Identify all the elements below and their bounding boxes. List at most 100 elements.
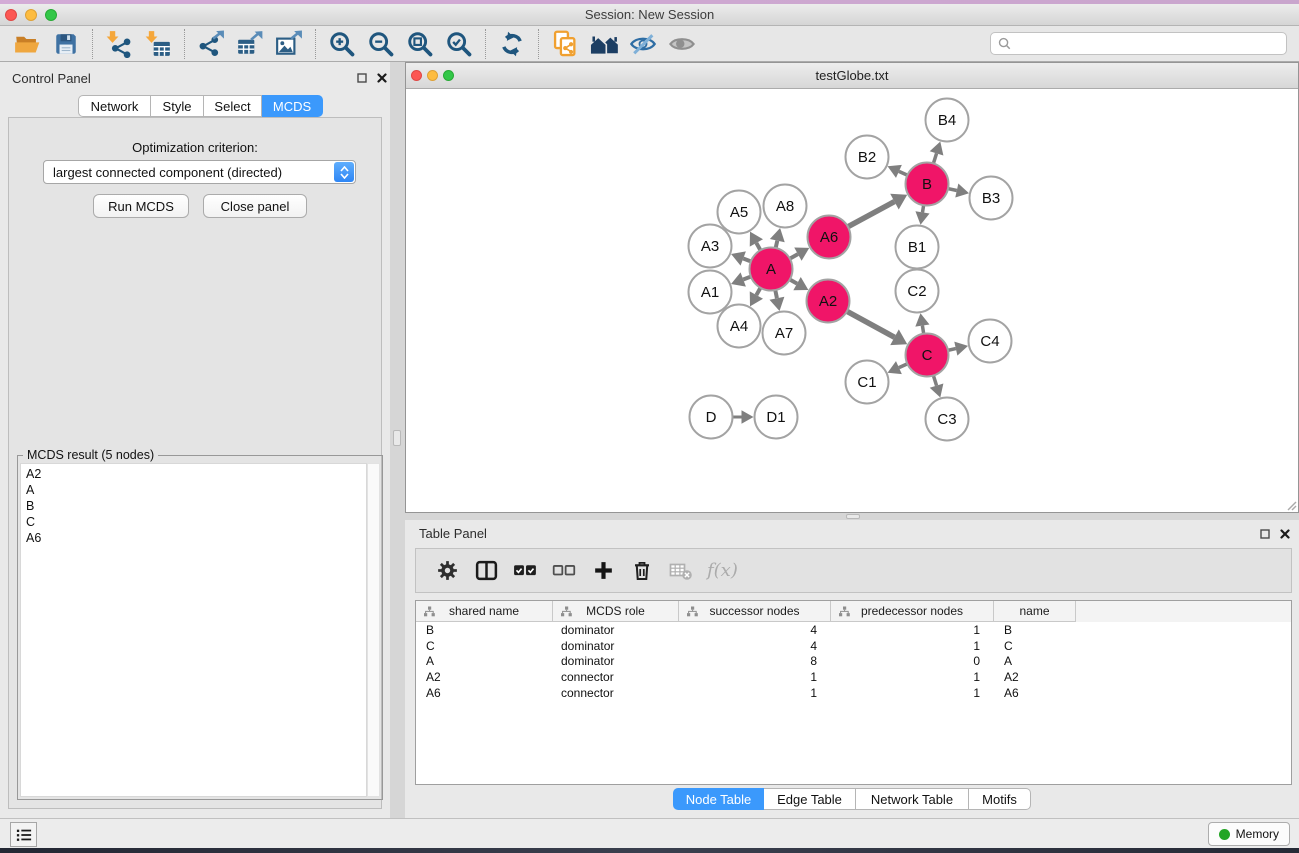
tab-select[interactable]: Select [204, 95, 262, 117]
search-box[interactable] [990, 32, 1287, 55]
import-network-icon[interactable] [102, 28, 136, 60]
graph-edge-arrowhead [742, 410, 754, 423]
network-window-titlebar[interactable]: testGlobe.txt [406, 63, 1298, 89]
table-settings-gear-icon[interactable] [432, 555, 462, 587]
graph-node-label: A1 [701, 284, 719, 301]
optimization-criterion-dropdown[interactable]: largest connected component (directed) [43, 160, 356, 184]
application-window: Session: New Session [0, 0, 1299, 853]
divider-grip[interactable] [393, 430, 401, 446]
import-table-icon[interactable] [141, 28, 175, 60]
mcds-result-item[interactable]: A6 [26, 530, 366, 546]
memory-button[interactable]: Memory [1208, 822, 1290, 846]
graph-edge-A6-B[interactable] [846, 202, 894, 228]
open-folder-icon[interactable] [10, 28, 44, 60]
table-toolbar: f(x) [415, 548, 1292, 593]
delete-table-icon[interactable] [666, 555, 696, 587]
mcds-result-group: MCDS result (5 nodes) A2ABCA6 [17, 455, 383, 800]
close-panel-icon[interactable] [375, 71, 389, 85]
export-table-icon[interactable] [233, 28, 267, 60]
graph-node-label: A3 [701, 238, 719, 255]
graph-edge-A2-C[interactable] [845, 310, 894, 337]
table-cell: B [994, 623, 1076, 637]
unselect-all-rows-icon[interactable] [549, 555, 579, 587]
zoom-in-icon[interactable] [325, 28, 359, 60]
export-network-icon[interactable] [194, 28, 228, 60]
column-header-predecessor-nodes[interactable]: predecessor nodes [831, 601, 994, 622]
window-resize-grip[interactable] [1285, 499, 1297, 511]
graph-node-label: C [922, 347, 933, 364]
graph-edge-arrowhead [915, 313, 929, 326]
table-cell: connector [553, 686, 679, 700]
vertical-split-divider[interactable] [390, 62, 405, 818]
tab-network-table[interactable]: Network Table [856, 788, 969, 810]
divider-grip[interactable] [846, 514, 860, 519]
table-cell: A6 [416, 686, 553, 700]
graph-node-label: A8 [776, 198, 794, 215]
search-icon [997, 36, 1012, 51]
table-row[interactable]: A6connector11A6 [416, 685, 1291, 701]
duplicate-network-icon[interactable] [548, 28, 582, 60]
search-input[interactable] [1016, 37, 1286, 51]
toolbar-separator [538, 29, 539, 59]
tab-motifs[interactable]: Motifs [969, 788, 1031, 810]
toolbar-separator [184, 29, 185, 59]
tab-edge-table[interactable]: Edge Table [764, 788, 856, 810]
column-header-mcds-role[interactable]: MCDS role [553, 601, 679, 622]
tab-mcds[interactable]: MCDS [262, 95, 323, 117]
float-panel-icon[interactable] [355, 71, 369, 85]
save-icon[interactable] [49, 28, 83, 60]
toolbar-separator [92, 29, 93, 59]
hide-graphics-details-icon[interactable] [626, 28, 660, 60]
table-row[interactable]: Adominator80A [416, 654, 1291, 670]
delete-rows-trash-icon[interactable] [627, 555, 657, 587]
optimization-criterion-label: Optimization criterion: [9, 140, 381, 155]
table-row[interactable]: Bdominator41B [416, 622, 1291, 638]
column-header-shared-name[interactable]: shared name [416, 601, 553, 622]
zoom-selected-icon[interactable] [442, 28, 476, 60]
tab-style[interactable]: Style [151, 95, 204, 117]
zoom-fit-icon[interactable] [403, 28, 437, 60]
network-home-icon[interactable] [587, 28, 621, 60]
graph-edge-arrowhead [770, 228, 785, 242]
mcds-result-item[interactable]: A2 [26, 466, 366, 482]
column-label: shared name [449, 604, 519, 618]
select-all-rows-icon[interactable] [510, 555, 540, 587]
mcds-result-item[interactable]: B [26, 498, 366, 514]
show-task-history-button[interactable] [10, 822, 37, 847]
run-mcds-button[interactable]: Run MCDS [93, 194, 189, 218]
column-header-successor-nodes[interactable]: successor nodes [679, 601, 831, 622]
add-row-icon[interactable] [588, 555, 618, 587]
graph-node-label: C3 [937, 411, 956, 428]
table-row[interactable]: A2connector11A2 [416, 669, 1291, 685]
mcds-result-scrollbar[interactable] [367, 463, 380, 797]
node-table: shared name MCDS role successor nodes [415, 600, 1292, 785]
graph-edge-arrowhead [955, 184, 969, 198]
zoom-out-icon[interactable] [364, 28, 398, 60]
column-header-name[interactable]: name [994, 601, 1076, 622]
show-columns-icon[interactable] [471, 555, 501, 587]
close-panel-icon[interactable] [1278, 527, 1292, 541]
table-cell: 4 [679, 623, 831, 637]
float-panel-icon[interactable] [1258, 527, 1272, 541]
close-panel-button[interactable]: Close panel [203, 194, 307, 218]
table-cell: 1 [831, 686, 994, 700]
function-builder-fx-icon[interactable]: f(x) [707, 560, 738, 581]
export-image-icon[interactable] [272, 28, 306, 60]
table-cell: A [994, 654, 1076, 668]
mcds-result-item[interactable]: C [26, 514, 366, 530]
show-graphics-details-icon[interactable] [665, 28, 699, 60]
table-row[interactable]: Cdominator41C [416, 638, 1291, 654]
window-title: Session: New Session [0, 7, 1299, 22]
horizontal-split-divider[interactable] [405, 513, 1299, 520]
network-canvas[interactable]: B4B2BB3A8A5A6B1A3AA1C2A2A4A7C4CC1C3DD1 [406, 89, 1298, 512]
graph-edge-arrowhead [915, 211, 929, 224]
tab-network[interactable]: Network [78, 95, 151, 117]
network-window-title: testGlobe.txt [406, 68, 1298, 83]
main-toolbar [0, 26, 1299, 62]
mcds-result-list[interactable]: A2ABCA6 [20, 463, 367, 797]
refresh-icon[interactable] [495, 28, 529, 60]
tab-node-table[interactable]: Node Table [673, 788, 764, 810]
mcds-result-item[interactable]: A [26, 482, 366, 498]
mcds-result-title: MCDS result (5 nodes) [23, 448, 158, 462]
control-panel: Control Panel Network Style Select MCDS … [0, 62, 390, 818]
